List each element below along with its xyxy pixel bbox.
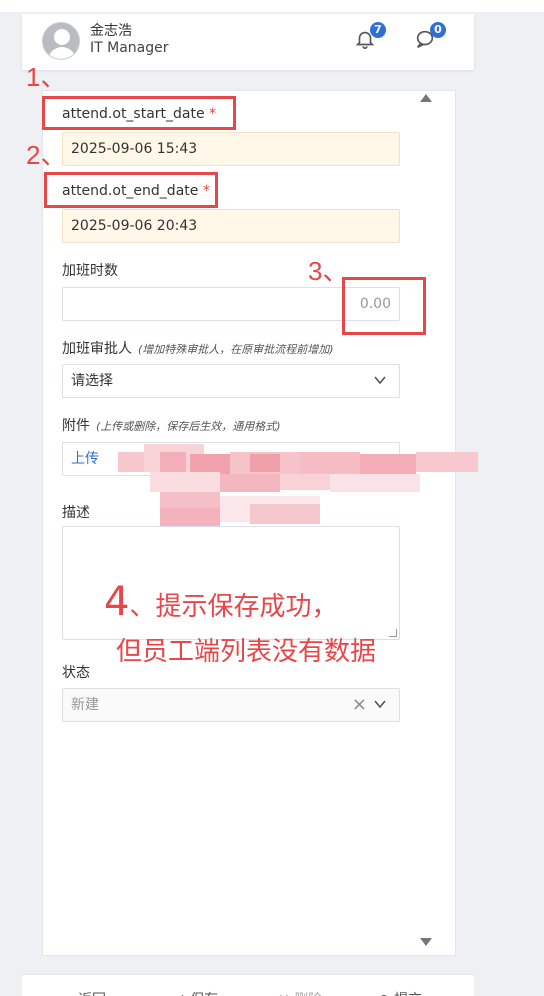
ot-start-date-field[interactable]: 2025-09-06 15:43 [62,132,400,166]
user-role: IT Manager [90,40,169,56]
approver-select[interactable]: 请选择 [62,364,400,398]
redaction-block [250,454,280,472]
approver-label-text: 加班审批人 [62,341,132,357]
avatar-body [48,47,76,59]
notifications-button[interactable]: 7 [354,22,386,52]
redaction-block [280,474,330,490]
redaction-block [250,504,320,524]
redaction-block [150,472,220,492]
messages-button[interactable]: 0 [414,22,446,52]
save-button[interactable]: ✓ 保存 [174,989,218,996]
delete-button-label: 删除 [294,992,322,996]
submit-button[interactable]: ⊙ 提交 [378,989,422,996]
approver-hint: (增加特殊审批人，在原审批流程前增加) [138,343,334,356]
top-strip [0,0,544,12]
footer-actions: ‹ 返回 ✓ 保存 ✕ 删除 ⊙ 提交 [22,974,474,996]
redaction-block [220,474,280,492]
annotation-mark-1: 1、 [26,62,67,92]
redaction-block [190,454,230,474]
description-label: 描述 [62,505,90,521]
ot-end-date-field[interactable]: 2025-09-06 20:43 [62,209,400,243]
redaction-block [160,508,220,526]
scroll-up-arrow[interactable] [420,94,432,102]
status-select[interactable]: 新建 × [62,688,400,722]
redaction-block [330,474,420,492]
attachment-label-text: 附件 [62,418,90,434]
approver-select-value: 请选择 [71,373,113,389]
avatar-head [54,29,70,45]
approver-label: 加班审批人 (增加特殊审批人，在原审批流程前增加) [62,338,334,358]
redaction-block [300,452,360,474]
status-select-value: 新建 [71,697,99,713]
back-button[interactable]: ‹ 返回 [68,989,106,996]
annotation-box-1 [42,96,236,130]
annotation-box-3 [342,277,426,335]
app-header: 金志浩 IT Manager 7 0 [22,14,474,70]
ot-hours-label: 加班时数 [62,263,118,279]
delete-button[interactable]: ✕ 删除 [278,989,322,996]
redaction-block [416,452,478,472]
save-button-label: 保存 [190,992,218,996]
redaction-block [160,452,186,474]
submit-button-label: 提交 [394,992,422,996]
attachment-label: 附件 (上传或删除，保存后生效，通用格式) [62,415,281,435]
user-name: 金志浩 [90,23,132,39]
status-label: 状态 [62,665,90,681]
annotation-note-line1: 4、提示保存成功， [104,582,338,625]
notification-badge: 7 [370,22,386,38]
annotation-mark-2: 2、 [26,140,67,170]
redaction-block [360,454,416,474]
avatar[interactable] [42,22,80,60]
resize-handle-icon[interactable] [389,629,397,637]
annotation-mark-3: 3、 [308,256,349,286]
message-badge: 0 [430,22,446,38]
redaction-block [160,492,220,508]
annotation-note-text-1: 、提示保存成功， [129,592,338,622]
annotation-note-line2: 但员工端列表没有数据 [116,637,377,667]
scroll-down-arrow[interactable] [420,938,432,946]
redaction-block [118,452,144,472]
chevron-down-icon [374,376,386,385]
chevron-down-icon [374,700,386,709]
annotation-box-2 [44,172,218,208]
annotation-note-number: 4 [104,579,130,625]
attachment-hint: (上传或删除，保存后生效，通用格式) [96,420,281,433]
clear-icon[interactable]: × [352,695,367,715]
back-button-label: 返回 [78,992,106,996]
